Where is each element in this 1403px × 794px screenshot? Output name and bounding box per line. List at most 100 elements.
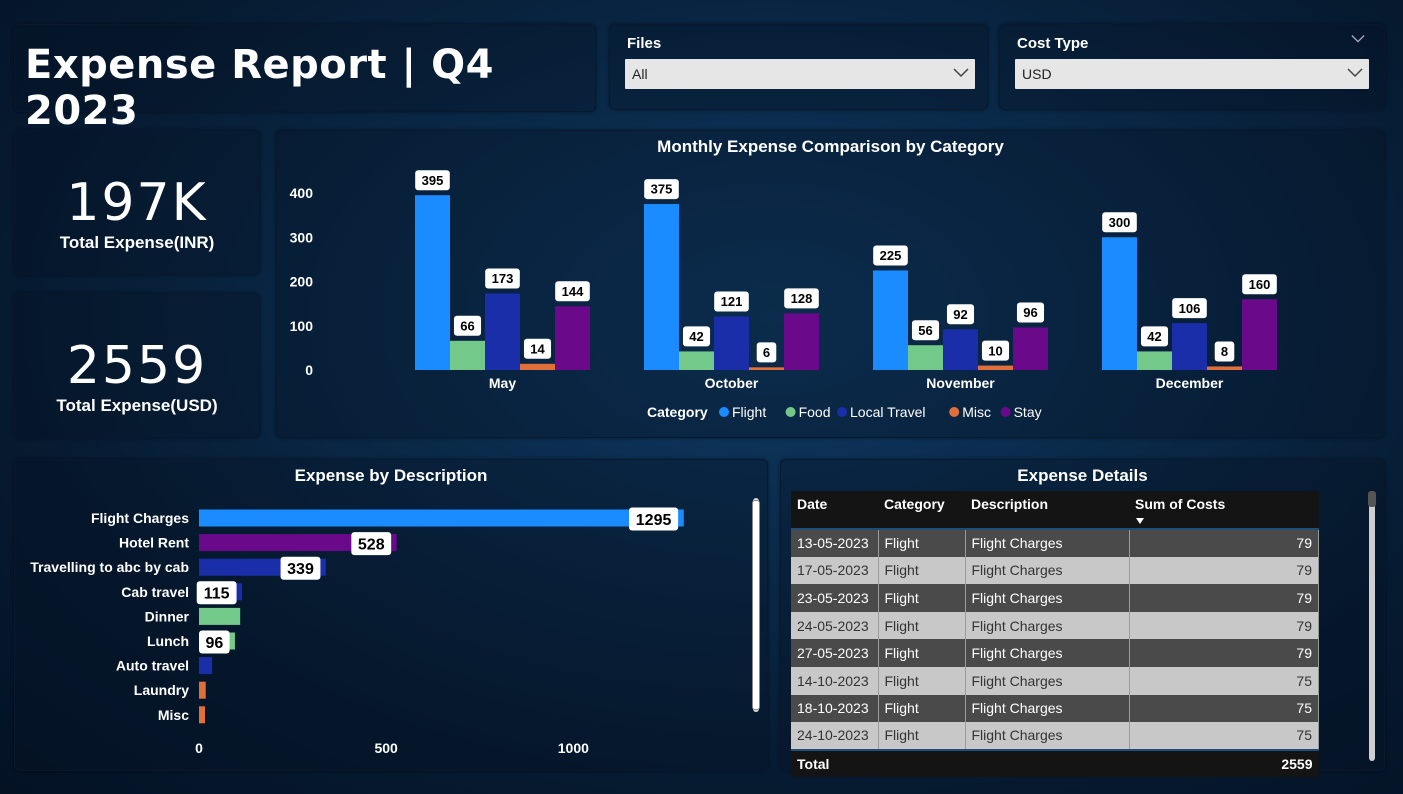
page-title: Expense Report | Q4 2023	[25, 42, 494, 134]
column-header-date[interactable]: Date	[791, 491, 878, 530]
bar-local-travel	[943, 329, 978, 370]
table-row[interactable]: 14-10-2023 Flight Flight Charges 75	[791, 666, 1319, 695]
total-value: 2559	[1129, 748, 1319, 777]
cell-cost: 79	[1129, 584, 1319, 612]
cell-cost: 79	[1129, 529, 1319, 557]
bar-stay	[1013, 327, 1048, 370]
data-label: 339	[287, 561, 314, 578]
bar-food	[908, 345, 943, 370]
legend-item: Stay	[1014, 404, 1042, 420]
table-row[interactable]: 27-05-2023 Flight Flight Charges 79	[791, 639, 1319, 667]
bar-stay	[784, 313, 819, 370]
table-scrollbar-track[interactable]	[1369, 491, 1375, 761]
category-label: Flight Charges	[91, 510, 189, 526]
cell-description: Flight Charges	[965, 584, 1130, 612]
bar-food	[679, 351, 714, 370]
kpi-card-inr: 197K Total Expense(INR)	[14, 130, 260, 275]
table-row[interactable]: 24-05-2023 Flight Flight Charges 79	[791, 611, 1319, 640]
data-label: 56	[918, 323, 932, 338]
data-label: 121	[721, 294, 743, 309]
bar	[199, 509, 684, 527]
cost-type-label: Cost Type	[1017, 35, 1089, 52]
kpi-label: Total Expense(USD)	[56, 396, 218, 415]
data-label: 375	[651, 182, 673, 197]
cell-category: Flight	[878, 611, 966, 640]
x-tick-label: 0	[195, 740, 203, 756]
table-row[interactable]: 17-05-2023 Flight Flight Charges 79	[791, 556, 1319, 585]
cell-description: Flight Charges	[965, 556, 1130, 585]
legend-item: Food	[799, 404, 831, 420]
data-label: 6	[763, 345, 770, 360]
data-label: 14	[530, 341, 545, 356]
chart-scrollbar-thumb[interactable]	[752, 500, 760, 710]
cell-description: Flight Charges	[965, 666, 1130, 695]
cell-description: Flight Charges	[965, 722, 1130, 750]
column-header-category[interactable]: Category	[878, 491, 965, 530]
legend-item: Flight	[732, 404, 766, 420]
x-tick-label: May	[489, 375, 516, 391]
table-row[interactable]: 18-10-2023 Flight Flight Charges 75	[791, 694, 1319, 723]
cell-description: Flight Charges	[965, 529, 1130, 557]
cost-type-slicer: Cost Type USD	[999, 24, 1385, 110]
bar-flight	[1102, 237, 1137, 370]
legend-marker	[837, 407, 847, 417]
cell-category: Flight	[878, 722, 966, 750]
details-table-panel: Expense Details Date Category Descriptio…	[780, 459, 1385, 777]
bar-misc	[749, 367, 784, 370]
bar-local-travel	[485, 293, 520, 370]
bar-stay	[1242, 299, 1277, 370]
bar-flight	[415, 195, 450, 370]
cell-date: 13-05-2023	[791, 529, 879, 557]
cell-description: Flight Charges	[965, 639, 1130, 667]
data-label: 42	[1147, 329, 1161, 344]
column-header-description[interactable]: Description	[965, 491, 1129, 530]
kpi-value: 197K	[66, 173, 208, 233]
y-tick-label: 200	[290, 274, 314, 290]
data-label: 528	[358, 536, 385, 553]
cell-cost: 75	[1129, 666, 1319, 695]
x-tick-label: October	[705, 375, 759, 391]
sort-desc-icon	[1136, 518, 1144, 524]
legend-title: Category	[647, 404, 708, 420]
data-label: 1295	[636, 512, 672, 529]
details-table: Date Category Description Sum of Costs 1…	[791, 491, 1319, 777]
bar	[199, 607, 241, 625]
legend-marker	[1000, 407, 1011, 417]
data-label: 160	[1249, 277, 1271, 292]
data-label: 128	[791, 291, 813, 306]
kpi-card-usd: 2559 Total Expense(USD)	[14, 293, 260, 438]
legend-marker	[719, 407, 729, 417]
y-tick-label: 0	[305, 362, 313, 378]
table-row[interactable]: 24-10-2023 Flight Flight Charges 75	[791, 722, 1319, 750]
cell-date: 23-05-2023	[791, 584, 879, 612]
chevron-down-icon[interactable]	[1351, 33, 1365, 45]
data-label: 395	[422, 173, 444, 188]
cell-date: 14-10-2023	[791, 666, 879, 695]
category-label: Dinner	[145, 608, 190, 624]
cost-type-dropdown[interactable]: USD	[1015, 59, 1369, 89]
cell-cost: 75	[1129, 694, 1319, 723]
column-header-sum-of-costs[interactable]: Sum of Costs	[1129, 491, 1319, 530]
table-scrollbar-thumb[interactable]	[1368, 491, 1376, 507]
title-panel: Expense Report | Q4 2023	[14, 24, 596, 134]
cell-category: Flight	[878, 584, 966, 612]
total-label: Total	[791, 748, 1129, 777]
details-table-wrapper: Date Category Description Sum of Costs 1…	[791, 491, 1319, 777]
x-tick-label: November	[926, 375, 995, 391]
files-dropdown[interactable]: All	[625, 59, 975, 89]
data-label: 8	[1221, 344, 1228, 359]
data-label: 92	[953, 307, 967, 322]
table-row[interactable]: 13-05-2023 Flight Flight Charges 79	[791, 529, 1319, 557]
x-tick-label: December	[1156, 375, 1224, 391]
cell-description: Flight Charges	[965, 694, 1130, 723]
description-bar-chart: Flight Charges 1295 Hotel Rent 528 Travellin…	[30, 507, 684, 756]
data-label: 96	[205, 635, 223, 652]
chevron-down-icon	[1347, 68, 1363, 78]
bar-food	[1137, 351, 1172, 370]
monthly-expense-chart: 400 300 200 100 0 395 66 173 14 144 May 375 42 121 6 12…	[290, 170, 1277, 420]
files-slicer: Files All	[609, 24, 988, 110]
table-row[interactable]: 23-05-2023 Flight Flight Charges 79	[791, 584, 1319, 612]
category-label: Lunch	[147, 633, 189, 649]
table-title: Expense Details	[1017, 466, 1148, 485]
files-value: All	[632, 66, 648, 82]
